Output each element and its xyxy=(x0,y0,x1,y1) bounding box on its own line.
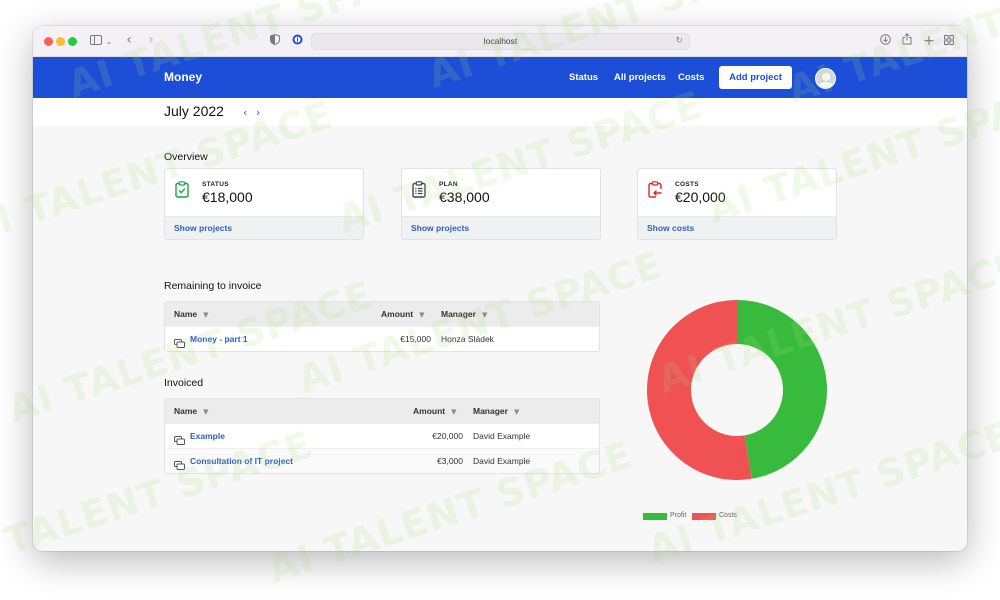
plan-value: €38,000 xyxy=(439,189,490,205)
legend-swatch-costs xyxy=(692,513,716,520)
column-header-amount[interactable]: Amount ▼ xyxy=(381,309,425,319)
maximize-window-button[interactable] xyxy=(68,37,77,46)
filter-icon[interactable]: ▼ xyxy=(482,311,487,319)
plan-card-footer: Show projects xyxy=(402,216,600,239)
copy-icon xyxy=(174,457,185,470)
filter-icon[interactable]: ▼ xyxy=(451,408,456,416)
browser-titlebar: ⌄ ‹ › localhost ↻ + xyxy=(33,26,967,57)
status-label: STATUS xyxy=(202,181,229,188)
invoiced-title: Invoiced xyxy=(164,377,204,389)
remaining-to-invoice-title: Remaining to invoice xyxy=(164,280,262,292)
app-navbar: Money Status All projects Costs Add proj… xyxy=(33,57,967,98)
clipboard-list-icon xyxy=(412,181,428,199)
tab-overview-icon[interactable] xyxy=(943,33,955,50)
nav-link-costs[interactable]: Costs xyxy=(678,72,704,83)
amount-cell: €3,000 xyxy=(437,456,463,466)
forward-icon[interactable]: › xyxy=(145,33,157,50)
project-link[interactable]: Example xyxy=(190,431,225,441)
column-header-manager[interactable]: Manager ▼ xyxy=(473,406,519,416)
copy-icon xyxy=(174,432,185,445)
password-manager-icon[interactable] xyxy=(291,33,303,50)
previous-month-icon[interactable]: ‹ xyxy=(243,106,247,119)
invoiced-table: Name ▼ Amount ▼ Manager ▼ Example €20,000 D… xyxy=(164,398,600,474)
chevron-down-icon[interactable]: ⌄ xyxy=(105,33,113,50)
browser-window: ⌄ ‹ › localhost ↻ + Money Status All pro… xyxy=(33,26,967,551)
new-tab-icon[interactable]: + xyxy=(923,33,935,50)
share-icon[interactable] xyxy=(901,33,913,50)
status-card: STATUS €18,000 Show projects xyxy=(164,168,364,240)
url-text: localhost xyxy=(483,36,518,46)
next-month-icon[interactable]: › xyxy=(256,106,260,119)
clipboard-check-icon xyxy=(175,181,191,199)
nav-link-status[interactable]: Status xyxy=(569,72,598,83)
address-bar[interactable]: localhost ↻ xyxy=(311,33,690,50)
filter-icon[interactable]: ▼ xyxy=(203,408,208,416)
table-row[interactable]: Money - part 1 €15,000 Honza Sládek xyxy=(165,326,599,351)
show-costs-link[interactable]: Show costs xyxy=(647,223,694,233)
profit-costs-donut-chart xyxy=(647,300,828,480)
back-icon[interactable]: ‹ xyxy=(123,33,135,50)
table-header: Name ▼ Amount ▼ Manager ▼ xyxy=(165,302,599,326)
minimize-window-button[interactable] xyxy=(56,37,65,46)
amount-cell: €20,000 xyxy=(432,431,463,441)
status-card-footer: Show projects xyxy=(165,216,363,239)
column-header-name[interactable]: Name ▼ xyxy=(174,309,209,319)
column-header-amount[interactable]: Amount ▼ xyxy=(413,406,457,416)
legend-swatch-profit xyxy=(643,513,667,520)
reload-icon[interactable]: ↻ xyxy=(675,34,683,49)
overview-title: Overview xyxy=(164,151,208,163)
table-row[interactable]: Example €20,000 David Example xyxy=(165,423,599,448)
remaining-table: Name ▼ Amount ▼ Manager ▼ Money - part 1 €1… xyxy=(164,301,600,352)
manager-cell: Honza Sládek xyxy=(441,334,494,344)
app-brand[interactable]: Money xyxy=(164,70,202,84)
sidebar-toggle-icon[interactable] xyxy=(89,33,103,50)
show-projects-link[interactable]: Show projects xyxy=(411,223,469,233)
month-title: July 2022 xyxy=(164,103,224,119)
filter-icon[interactable]: ▼ xyxy=(203,311,208,319)
plan-card: PLAN €38,000 Show projects xyxy=(401,168,601,240)
legend-label-costs: Costs xyxy=(719,512,737,519)
close-window-button[interactable] xyxy=(44,37,53,46)
costs-label: COSTS xyxy=(675,181,699,188)
table-row[interactable]: Consultation of IT project €3,000 David … xyxy=(165,448,599,473)
table-header: Name ▼ Amount ▼ Manager ▼ xyxy=(165,399,599,423)
clipboard-arrow-icon xyxy=(648,181,664,199)
show-projects-link[interactable]: Show projects xyxy=(174,223,232,233)
costs-value: €20,000 xyxy=(675,189,726,205)
project-link[interactable]: Consultation of IT project xyxy=(190,456,293,466)
donut-slice-costs[interactable] xyxy=(647,300,752,480)
copy-icon xyxy=(174,335,185,348)
manager-cell: David Example xyxy=(473,431,531,441)
filter-icon[interactable]: ▼ xyxy=(514,408,519,416)
legend-label-profit: Profit xyxy=(670,512,687,519)
downloads-icon[interactable] xyxy=(879,33,891,50)
privacy-shield-icon[interactable] xyxy=(269,33,281,50)
plan-label: PLAN xyxy=(439,181,458,188)
project-link[interactable]: Money - part 1 xyxy=(190,334,248,344)
user-avatar[interactable] xyxy=(815,68,836,89)
manager-cell: David Example xyxy=(473,456,531,466)
status-value: €18,000 xyxy=(202,189,253,205)
costs-card: COSTS €20,000 Show costs xyxy=(637,168,837,240)
donut-slice-profit[interactable] xyxy=(737,300,828,479)
nav-link-all-projects[interactable]: All projects xyxy=(614,72,666,83)
amount-cell: €15,000 xyxy=(400,334,431,344)
column-header-manager[interactable]: Manager ▼ xyxy=(441,309,487,319)
filter-icon[interactable]: ▼ xyxy=(419,311,424,319)
add-project-button[interactable]: Add project xyxy=(719,66,792,89)
costs-card-footer: Show costs xyxy=(638,216,836,239)
column-header-name[interactable]: Name ▼ xyxy=(174,406,209,416)
month-header: July 2022 ‹ › xyxy=(33,98,967,126)
